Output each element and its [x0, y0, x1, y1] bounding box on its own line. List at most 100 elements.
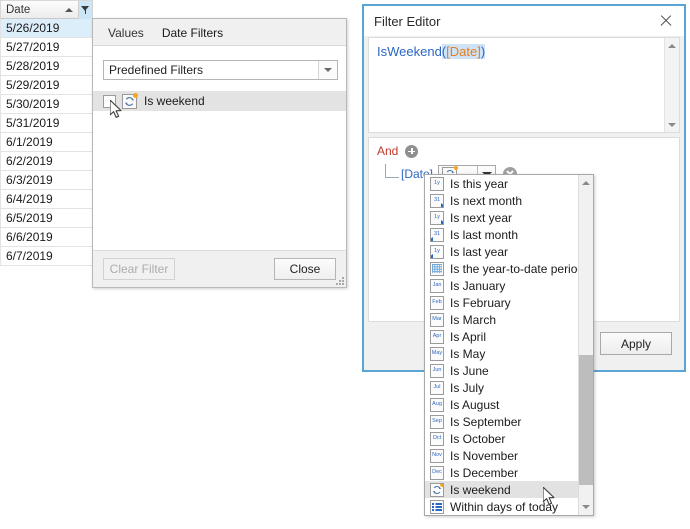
operator-item[interactable]: Apr Is April — [425, 328, 579, 345]
filter-popup-body: Predefined Filters Is weekend — [93, 45, 346, 251]
scroll-down-button[interactable] — [579, 499, 593, 515]
operator-item[interactable]: Is the year-to-date period — [425, 260, 579, 277]
grid-column-header-date[interactable]: Date — [0, 0, 92, 19]
month-may-icon: May — [430, 346, 444, 361]
operator-item-label: Is the year-to-date period — [450, 261, 579, 276]
operator-item[interactable]: Aug Is August — [425, 396, 579, 413]
operator-item[interactable]: Mar Is March — [425, 311, 579, 328]
grid-cell-date: 6/3/2019 — [6, 173, 53, 187]
filter-expression-text: IsWeekend([Date]) — [369, 38, 679, 65]
tab-values[interactable]: Values — [99, 23, 153, 45]
grid-cell-date: 5/31/2019 — [6, 116, 60, 130]
operator-item[interactable]: 31 Is last month — [425, 226, 579, 243]
operator-item-label: Is November — [450, 448, 519, 463]
operator-item-label: Is October — [450, 431, 506, 446]
scroll-up-button[interactable] — [665, 38, 679, 53]
grid-row[interactable]: 6/3/2019 — [0, 171, 92, 190]
grid-row[interactable]: 5/29/2019 — [0, 76, 92, 95]
filter-group-row[interactable]: And — [377, 144, 419, 158]
month-jan-icon: Jan — [430, 278, 444, 293]
operator-item[interactable]: Is weekend — [425, 481, 579, 498]
weekend-icon-badge — [454, 165, 459, 170]
grid-row[interactable]: 5/27/2019 — [0, 38, 92, 57]
scrollbar-thumb[interactable] — [579, 355, 593, 485]
grid-row[interactable]: 6/2/2019 — [0, 152, 92, 171]
grid-row[interactable]: 5/30/2019 — [0, 95, 92, 114]
ytd-icon — [430, 261, 444, 276]
predefined-filter-item-is-weekend[interactable]: Is weekend — [93, 91, 346, 111]
grid-row[interactable]: 6/4/2019 — [0, 190, 92, 209]
grid-cell-date: 6/7/2019 — [6, 249, 53, 263]
grid-row[interactable]: 6/7/2019 — [0, 247, 92, 266]
operator-item[interactable]: Jan Is January — [425, 277, 579, 294]
tab-label: Date Filters — [161, 26, 224, 40]
close-icon[interactable] — [656, 11, 676, 31]
tab-date-filters[interactable]: Date Filters — [153, 23, 232, 50]
operator-item[interactable]: 31 Is next month — [425, 192, 579, 209]
operator-item[interactable]: May Is May — [425, 345, 579, 362]
operator-item[interactable]: Dec Is December — [425, 464, 579, 481]
predefined-filter-label: Is weekend — [144, 94, 205, 108]
operator-item[interactable]: 1y Is this year — [425, 175, 579, 192]
month-oct-icon: Oct — [430, 431, 444, 446]
next-month-icon: 31 — [430, 193, 444, 208]
predefined-filters-value: Predefined Filters — [109, 63, 204, 77]
operator-item[interactable]: Oct Is October — [425, 430, 579, 447]
filter-editor-title: Filter Editor — [374, 13, 441, 29]
month-nov-icon: Nov — [430, 448, 444, 463]
grid-row[interactable]: 5/26/2019 — [0, 19, 92, 38]
within-days-icon — [430, 499, 444, 514]
operator-item-label: Within days of today — [450, 499, 559, 514]
operator-item[interactable]: Jun Is June — [425, 362, 579, 379]
plus-icon[interactable] — [405, 144, 419, 158]
month-jun-icon: Jun — [430, 363, 444, 378]
grid-cell-date: 5/28/2019 — [6, 59, 60, 73]
apply-button[interactable]: Apply — [600, 332, 672, 355]
operator-item[interactable]: 1y Is last year — [425, 243, 579, 260]
clear-filter-button[interactable]: Clear Filter — [103, 258, 175, 280]
grid-row[interactable]: 5/28/2019 — [0, 57, 92, 76]
last-year-icon: 1y — [430, 244, 444, 259]
operator-item[interactable]: Sep Is September — [425, 413, 579, 430]
operator-item-label: Is this year — [450, 176, 509, 191]
year-icon: 1y — [430, 176, 444, 191]
scroll-down-button[interactable] — [665, 117, 679, 132]
last-month-icon: 31 — [430, 227, 444, 242]
close-button[interactable]: Close — [274, 258, 336, 280]
operator-item[interactable]: Within days of today — [425, 498, 579, 515]
sort-ascending-icon[interactable] — [65, 7, 73, 12]
grid-column-title: Date — [6, 3, 31, 16]
column-filter-button[interactable] — [78, 0, 92, 19]
operator-dropdown-list: 1y Is this year 31 Is next month 1y Is next y… — [424, 174, 594, 516]
operator-item[interactable]: Nov Is November — [425, 447, 579, 464]
operator-item-label: Is August — [450, 397, 500, 412]
operator-list-scrollbar[interactable] — [578, 175, 593, 515]
grid-row[interactable]: 5/31/2019 — [0, 114, 92, 133]
grid-row[interactable]: 6/6/2019 — [0, 228, 92, 247]
filter-expression-panel[interactable]: IsWeekend([Date]) — [368, 37, 680, 133]
grid-cell-date: 6/5/2019 — [6, 211, 53, 225]
next-year-icon: 1y — [430, 210, 444, 225]
filter-popup-footer: Clear Filter Close — [93, 250, 346, 287]
chevron-down-icon — [582, 505, 590, 509]
operator-item[interactable]: Jul Is July — [425, 379, 579, 396]
scroll-up-button[interactable] — [579, 175, 593, 191]
group-operator-label[interactable]: And — [377, 144, 398, 158]
predefined-filters-combo[interactable]: Predefined Filters — [103, 60, 338, 80]
combo-dropdown-button[interactable] — [318, 61, 337, 79]
operator-item[interactable]: 1y Is next year — [425, 209, 579, 226]
operator-item[interactable]: Feb Is February — [425, 294, 579, 311]
weekend-icon — [430, 482, 444, 497]
grid-row[interactable]: 6/1/2019 — [0, 133, 92, 152]
date-grid: Date 5/26/2019 5/27/2019 5/28/2019 5/29/201… — [0, 0, 93, 280]
expression-field: [Date] — [446, 44, 481, 59]
month-dec-icon: Dec — [430, 465, 444, 480]
month-sep-icon: Sep — [430, 414, 444, 429]
operator-item-label: Is April — [450, 329, 487, 344]
grid-row[interactable]: 6/5/2019 — [0, 209, 92, 228]
chevron-down-icon — [668, 122, 676, 127]
operator-item-label: Is weekend — [450, 482, 511, 497]
expression-scrollbar[interactable] — [664, 38, 679, 132]
is-weekend-checkbox[interactable] — [103, 94, 116, 108]
resize-grip[interactable] — [334, 275, 344, 285]
